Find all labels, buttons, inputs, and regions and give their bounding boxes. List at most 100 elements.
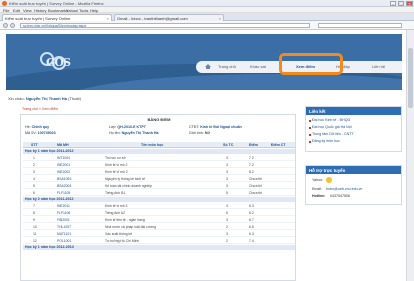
address-bar[interactable]: sv.trec.edu.vn/Ketqua/Diemhoctap.aspx (20, 23, 310, 28)
cell-tc: 3 (226, 232, 228, 236)
nav-home[interactable]: Trang chủ (218, 64, 236, 69)
bullet-icon (309, 127, 311, 129)
email-label: Email: (312, 187, 322, 191)
cell-name: Kinh tế vĩ mô 2 (105, 170, 128, 174)
window-title: Kiểm soát trực tuyến | Survey Online - M… (9, 1, 104, 6)
msv-value: 100749023 (37, 131, 56, 135)
class-label: Lớp: (109, 125, 117, 129)
yahoo-status-icon[interactable] (326, 177, 332, 183)
cell-stt: 1 (33, 156, 35, 160)
bullet-icon (309, 120, 311, 122)
cell-tc: 3 (226, 218, 228, 222)
transcript-panel: BẢNG ĐIỂM Hệ: Chính quy Mã SV: 100749023… (20, 114, 296, 281)
navigation-bar: sv.trec.edu.vn/Ketqua/Diemhoctap.aspx (0, 21, 414, 30)
tab-gmail[interactable]: Gmail - Inbox - tranthithanh@gmail.com × (114, 14, 224, 21)
cell-diem: 7.2 (249, 163, 254, 167)
semester-header: Học kỳ 1 năm học 2011-2012 (23, 149, 295, 154)
forward-icon[interactable] (10, 23, 15, 28)
cell-tc: 2 (226, 239, 228, 243)
cell-code: BSA2004 (57, 184, 72, 188)
hotline-label: Hotline: (312, 194, 326, 198)
table-row: 3 INE2002 Kinh tế vĩ mô 2 3 8.2 (23, 169, 295, 175)
cell-code: THL1057 (57, 225, 71, 229)
link-vnu[interactable]: Đại học Quốc gia Hà Nội (312, 125, 352, 129)
cell-stt: 9 (33, 218, 35, 222)
cell-code: INT1004 (57, 156, 71, 160)
fullname-label: Họ tên: (109, 131, 121, 135)
cell-name: Kinh tế tiền tệ - ngân hàng (105, 218, 145, 222)
bullet-icon (309, 134, 311, 136)
cell-code: BSA1053 (57, 177, 72, 181)
msv-label: Mã SV: (25, 131, 37, 135)
cell-code: FLF1105 (57, 191, 71, 195)
close-icon[interactable]: × (406, 1, 413, 6)
hotline-value: 0437547506 (330, 194, 350, 198)
table-row: 12 POL1001 Tư tưởng Hồ Chí Minh 2 7.4 (23, 238, 295, 244)
cell-code: MAT1101 (57, 232, 72, 236)
cell-stt: 2 (33, 163, 35, 167)
cell-name: Tiếng Anh B1 (105, 191, 126, 195)
page-title: BẢNG ĐIỂM (147, 117, 171, 122)
cell-name: Nguyên lý thống kê kinh tế (105, 177, 145, 181)
table-row: 10 THL1057 Nhà nước và pháp luật đại cương… (23, 224, 295, 230)
col-grade: Điểm (249, 143, 258, 147)
bullet-icon (309, 141, 311, 143)
user-greeting: Xin chào: Nguyễn Thị Thanh Hà (Thoát) (8, 96, 81, 101)
table-row: 11 MAT1101 Xác suất thống kê 3 6.3 (23, 231, 295, 237)
cell-code: FIB2001 (57, 218, 70, 222)
minimize-icon[interactable]: – (390, 1, 396, 6)
semester-header: Học kỳ 1 năm học 2012-2013 (23, 245, 295, 250)
cell-diem: Chưa thi (249, 177, 263, 181)
link-registration[interactable]: Đăng ký môn học (312, 139, 340, 143)
cell-tc: 3 (226, 170, 228, 174)
cell-stt: 10 (33, 225, 37, 229)
cell-diem: 6.3 (249, 204, 254, 208)
links-title: Liên kết (306, 107, 401, 115)
logo-text: GOS (46, 56, 71, 69)
table-row: 6 FLF1105 Tiếng Anh B1 5 Chưa thi (23, 190, 295, 196)
cell-diem: Chưa thi (249, 191, 263, 195)
breadcrumb[interactable]: Trang chủ » Xem điểm (22, 107, 58, 111)
user-name: Nguyễn Thị Thanh Hà (25, 96, 67, 101)
gender-value: Nữ (204, 131, 210, 135)
link-ueb[interactable]: Đại học Kinh tế - ĐHQG (312, 118, 350, 122)
home-icon[interactable] (205, 64, 211, 69)
support-title: Hỗ trợ trực tuyến (306, 166, 401, 174)
vertical-scrollbar[interactable] (406, 30, 414, 281)
logout-link[interactable]: (Thoát) (68, 96, 81, 101)
semester-header: Học kỳ 2 năm học 2011-2012 (23, 197, 295, 202)
cell-name: Tin học cơ sở (105, 156, 126, 160)
back-icon[interactable] (3, 23, 8, 28)
cell-stt: 7 (33, 204, 35, 208)
cell-diem: 8.2 (249, 170, 254, 174)
cell-stt: 11 (33, 232, 37, 236)
tab-survey[interactable]: Kiểm soát trực tuyến | Survey Online × (2, 14, 112, 21)
site-logo[interactable]: GOS (40, 50, 80, 76)
search-input[interactable] (318, 23, 402, 28)
firefox-icon (2, 1, 7, 6)
he-value: Chính quy (31, 125, 50, 129)
cell-diem: 6.7 (249, 218, 254, 222)
cell-diem: 6.3 (249, 232, 254, 236)
nav-contact[interactable]: Liên hệ (372, 64, 385, 69)
email-value[interactable]: hotro@ueb.vnu.edu.vn (326, 187, 362, 191)
cell-name: Xác suất thống kê (105, 232, 133, 236)
tab-bar: Kiểm soát trực tuyến | Survey Online × G… (0, 13, 414, 21)
greeting-prefix: Xin chào: (8, 96, 25, 101)
nav-survey[interactable]: Khảo sát (250, 64, 266, 69)
table-row: 4 BSA1053 Nguyên lý thống kê kinh tế 3 Chưa … (23, 176, 295, 182)
cell-name: Tư tưởng Hồ Chí Minh (105, 239, 140, 243)
cell-code: POL1001 (57, 239, 72, 243)
program-value: Kinh tế Đối Ngoại chuẩn (200, 125, 242, 129)
scrollbar-thumb[interactable] (408, 48, 413, 108)
cell-stt: 4 (33, 177, 35, 181)
table-header: STT Mã MH Tên môn học Số TC Điểm Điểm CT (23, 142, 295, 148)
class-value: QH-2010-E KTPT (117, 125, 146, 129)
maximize-icon[interactable]: □ (398, 1, 404, 6)
link-data-center[interactable]: Trung tâm Dữ liệu - CNTT (312, 132, 354, 136)
cell-tc: 2 (226, 225, 228, 229)
cell-name: Tiếng Anh A2 (105, 211, 126, 215)
he-label: Hệ: (25, 125, 31, 129)
cell-tc: 3 (226, 177, 228, 181)
cell-stt: 6 (33, 191, 35, 195)
